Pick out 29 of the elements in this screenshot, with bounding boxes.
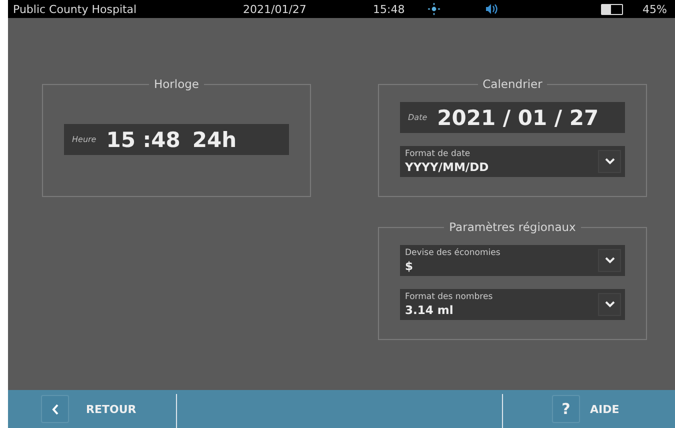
dropdown-field[interactable]: Devise des économies $ [400, 245, 625, 276]
facility-name: Public County Hospital [13, 2, 138, 16]
panel-title: Horloge [148, 77, 204, 91]
battery-percent: 45% [642, 2, 667, 16]
field-value: 15 :48 [106, 128, 180, 152]
field-label: Heure [72, 135, 96, 144]
dropdown-field[interactable]: Format de date YYYY/MM/DD [400, 146, 625, 177]
field-value: 24h [192, 128, 237, 152]
chevron-left-icon [52, 404, 58, 414]
panel-title: Calendrier [478, 77, 548, 91]
field-label: Format des nombres [405, 292, 494, 303]
chevron-down-icon[interactable] [604, 257, 614, 264]
field-label: Format de date [405, 149, 472, 160]
status-time: 15:48 [373, 2, 406, 16]
brightness-icon[interactable] [428, 3, 440, 15]
field-label: Devise des économies [405, 248, 502, 259]
status-date: 2021/01/27 [243, 2, 308, 16]
field-value: YYYY/MM/DD [405, 160, 490, 174]
dropdown-field[interactable]: Format des nombres 3.14 ml [400, 289, 625, 320]
field-label: Date [408, 113, 428, 122]
chevron-down-icon[interactable] [604, 301, 614, 308]
help-button[interactable]: ? AIDE [503, 390, 675, 428]
chevron-down-icon[interactable] [604, 158, 614, 165]
battery-icon [600, 4, 623, 14]
field-value: 3.14 ml [405, 303, 454, 317]
speaker-icon[interactable] [485, 4, 499, 14]
panel-title: Paramètres régionaux [444, 220, 581, 234]
field-value: 2021 / 01 / 27 [437, 106, 599, 130]
field-value: $ [405, 259, 414, 273]
